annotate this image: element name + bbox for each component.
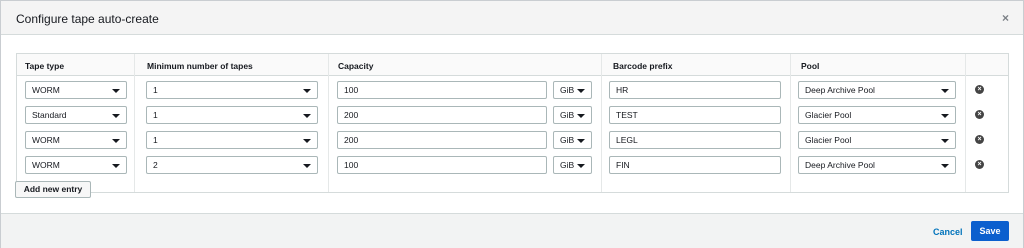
- column-divider: [601, 54, 602, 192]
- remove-row-icon[interactable]: ×: [975, 85, 984, 94]
- dialog-header: Configure tape auto-create ×: [1, 1, 1023, 35]
- barcode-prefix-input[interactable]: FIN: [609, 156, 781, 174]
- column-divider: [965, 54, 966, 192]
- tape-type-select[interactable]: WORM: [25, 156, 127, 174]
- pool-select[interactable]: Deep Archive Pool: [798, 156, 956, 174]
- column-divider: [134, 54, 135, 192]
- capacity-input[interactable]: 200: [337, 131, 547, 149]
- barcode-prefix-input[interactable]: LEGL: [609, 131, 781, 149]
- capacity-input[interactable]: 100: [337, 81, 547, 99]
- column-divider: [328, 54, 329, 192]
- capacity-input[interactable]: 100: [337, 156, 547, 174]
- pool-select[interactable]: Glacier Pool: [798, 131, 956, 149]
- capacity-unit-select[interactable]: GiB: [553, 106, 592, 124]
- min-tapes-select[interactable]: 2: [146, 156, 318, 174]
- dialog-footer: Cancel Save: [1, 213, 1023, 248]
- remove-row-icon[interactable]: ×: [975, 160, 984, 169]
- capacity-unit-select[interactable]: GiB: [553, 81, 592, 99]
- pool-select[interactable]: Deep Archive Pool: [798, 81, 956, 99]
- remove-row-icon[interactable]: ×: [975, 110, 984, 119]
- column-divider: [790, 54, 791, 192]
- capacity-unit-select[interactable]: GiB: [553, 156, 592, 174]
- min-tapes-select[interactable]: 1: [146, 81, 318, 99]
- close-icon[interactable]: ×: [1002, 11, 1009, 25]
- add-new-entry-button[interactable]: Add new entry: [15, 181, 91, 198]
- cancel-button[interactable]: Cancel: [933, 227, 963, 237]
- barcode-prefix-input[interactable]: TEST: [609, 106, 781, 124]
- capacity-unit-select[interactable]: GiB: [553, 131, 592, 149]
- remove-row-icon[interactable]: ×: [975, 135, 984, 144]
- dialog-body: Tape type Minimum number of tapes Capaci…: [1, 35, 1023, 213]
- save-button[interactable]: Save: [971, 221, 1009, 241]
- dialog-title: Configure tape auto-create: [16, 12, 159, 26]
- header-barcode-prefix: Barcode prefix: [613, 61, 673, 71]
- barcode-prefix-input[interactable]: HR: [609, 81, 781, 99]
- tape-type-select[interactable]: WORM: [25, 81, 127, 99]
- min-tapes-select[interactable]: 1: [146, 131, 318, 149]
- tape-type-select[interactable]: WORM: [25, 131, 127, 149]
- min-tapes-select[interactable]: 1: [146, 106, 318, 124]
- header-tape-type: Tape type: [25, 61, 65, 71]
- tape-type-select[interactable]: Standard: [25, 106, 127, 124]
- configure-tape-dialog: Configure tape auto-create × Tape type M…: [0, 0, 1024, 248]
- capacity-input[interactable]: 200: [337, 106, 547, 124]
- header-pool: Pool: [801, 61, 820, 71]
- pool-select[interactable]: Glacier Pool: [798, 106, 956, 124]
- header-min-tapes: Minimum number of tapes: [147, 61, 253, 71]
- header-capacity: Capacity: [338, 61, 374, 71]
- table-header: Tape type Minimum number of tapes Capaci…: [17, 54, 1008, 76]
